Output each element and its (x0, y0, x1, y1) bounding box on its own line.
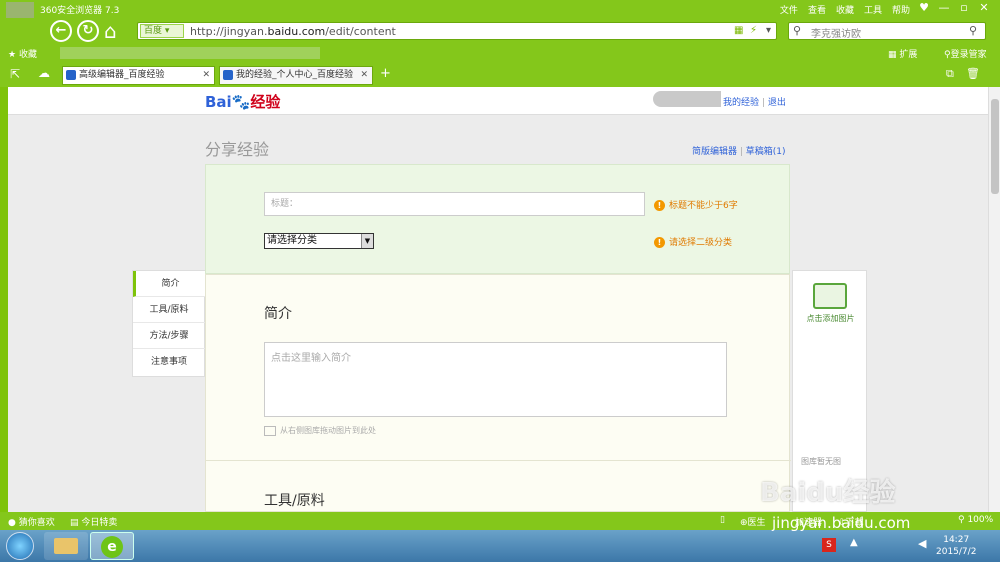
engine-label: 百度 (144, 26, 163, 36)
scrollbar-thumb[interactable] (991, 99, 999, 194)
paw-icon (223, 70, 233, 80)
tray-expand-icon[interactable]: ▲ (850, 537, 858, 548)
cloud-icon[interactable]: ☁ (38, 66, 50, 80)
browser-title: 360安全浏览器 7.3 (40, 6, 120, 16)
skin-icon[interactable]: ♥ (914, 1, 934, 16)
explorer-taskbar-icon[interactable] (44, 532, 88, 560)
share-icon[interactable]: ⇱ (10, 67, 20, 81)
warning-icon: ! (654, 237, 665, 248)
baidu-logo[interactable]: Bai🐾经验 (205, 91, 280, 112)
restore-tab-icon[interactable]: ⧉ (946, 67, 954, 81)
page-title: 分享经验 (205, 140, 270, 159)
search-go-icon[interactable]: ⚲ (969, 24, 977, 37)
baidu-watermark: Baidu经验 (760, 478, 896, 508)
nav-item-steps[interactable]: 方法/步骤 (133, 323, 205, 349)
favorites-items[interactable] (60, 47, 320, 59)
add-image-icon[interactable] (813, 283, 847, 309)
tab-my-experience[interactable]: 我的经验_个人中心_百度经验 ✕ (219, 66, 373, 85)
simple-editor-link[interactable]: 简版编辑器 (692, 147, 737, 157)
site-header: Bai🐾经验 我的经验 | 退出 (8, 87, 988, 115)
new-tab-icon[interactable]: + (380, 66, 391, 81)
daily-sale[interactable]: ▤ 今日特卖 (70, 515, 117, 528)
category-select[interactable]: 请选择分类 ▼ (264, 233, 374, 249)
favorites-bar: ★ 收藏 ▦ 扩展 ⚲登录管家 (0, 44, 1000, 62)
tab-close-icon[interactable]: ✕ (202, 67, 210, 84)
intro-textarea[interactable]: 点击这里输入简介 (264, 342, 727, 417)
refresh-icon[interactable]: ↻ (77, 20, 99, 42)
doctor-button[interactable]: ⊕医生 (740, 515, 766, 528)
image-icon (264, 425, 276, 436)
volume-icon[interactable]: ◀ (918, 537, 926, 550)
speed-icon[interactable]: ⚡ (750, 25, 757, 36)
search-icon: ⚲ (793, 24, 802, 37)
search-query: 李克强访欧 (811, 29, 861, 40)
tab-bar: ⇱ ☁ 高级编辑器_百度经验 ✕ 我的经验_个人中心_百度经验 ✕ + ⧉ 🗑 (0, 62, 1000, 87)
url-text: http://jingyan.baidu.com/edit/content (190, 25, 396, 38)
menu-favorites[interactable]: 收藏 (836, 3, 854, 16)
close-icon[interactable]: ✕ (974, 1, 994, 16)
add-image-label[interactable]: 点击添加图片 (793, 313, 868, 324)
browser-taskbar-icon[interactable]: e (90, 532, 134, 560)
warning-icon: ! (654, 200, 665, 211)
title-warning: ! 标题不能少于6字 (654, 198, 738, 211)
tools-heading: 工具/原料 (264, 493, 325, 509)
baidu-watermark-url: jingyan.baidu.com (772, 514, 911, 532)
editor-links: 简版编辑器 | 草稿箱(1) (692, 147, 786, 157)
favorites-button[interactable]: ★ 收藏 (8, 47, 37, 60)
page-scrollbar[interactable] (988, 87, 1000, 512)
form-header: 标题： ! 标题不能少于6字 请选择分类 ▼ ! 请选择二级分类 (205, 164, 790, 274)
tab-close-icon[interactable]: ✕ (360, 67, 368, 84)
menu-tools[interactable]: 工具 (864, 3, 882, 16)
dropdown-icon[interactable]: ▾ (766, 25, 771, 36)
intro-heading: 简介 (264, 306, 292, 322)
form-body: 简介 点击这里输入简介 从右侧图库拖动图片到此处 工具/原料 (205, 274, 791, 512)
page-content: Bai🐾经验 我的经验 | 退出 分享经验 简版编辑器 | 草稿箱(1) 标题：… (8, 87, 988, 512)
tab-label: 我的经验_个人中心_百度经验 (236, 70, 354, 80)
nav-item-notes[interactable]: 注意事项 (133, 349, 205, 375)
back-icon[interactable]: ← (50, 20, 72, 42)
menu-file[interactable]: 文件 (780, 3, 798, 16)
user-avatar[interactable] (653, 91, 721, 107)
drafts-link[interactable]: 草稿箱(1) (746, 147, 786, 157)
phone-icon[interactable]: ▯ (720, 515, 725, 525)
tab-label: 高级编辑器_百度经验 (79, 70, 165, 80)
taskbar: e S ▲ ◀ 14:27 2015/7/2 (0, 530, 1000, 562)
grid-icon[interactable]: ▦ (734, 25, 743, 36)
tab-advanced-editor[interactable]: 高级编辑器_百度经验 ✕ (62, 66, 215, 85)
category-warning: ! 请选择二级分类 (654, 235, 732, 248)
search-box[interactable]: ⚲ 李克强访欧 ⚲ (788, 22, 986, 40)
search-engine-selector[interactable]: 百度 ▾ (140, 24, 184, 38)
trash-icon[interactable]: 🗑 (966, 67, 980, 80)
login-button[interactable]: ⚲登录管家 (944, 47, 987, 60)
user-links: 我的经验 | 退出 (723, 98, 786, 108)
menu-view[interactable]: 查看 (808, 3, 826, 16)
extensions-button[interactable]: ▦ 扩展 (888, 47, 917, 60)
paw-icon (66, 70, 76, 80)
clock-time: 14:27 (943, 535, 970, 545)
guess-you-like[interactable]: ● 猜你喜欢 (8, 515, 55, 528)
logout-link[interactable]: 退出 (768, 98, 786, 108)
system-clock[interactable]: 14:27 2015/7/2 (936, 534, 976, 558)
title-bar: 360安全浏览器 7.3 文件 查看 收藏 工具 帮助 ♥ — ▫ ✕ (0, 0, 1000, 32)
menu-help[interactable]: 帮助 (892, 3, 910, 16)
home-icon[interactable]: ⌂ (104, 19, 117, 43)
address-bar[interactable]: 百度 ▾ http://jingyan.baidu.com/edit/conte… (137, 22, 777, 40)
start-button[interactable] (6, 532, 34, 560)
nav-item-tools[interactable]: 工具/原料 (133, 297, 205, 323)
sogou-ime-icon[interactable]: S (822, 538, 836, 552)
drag-hint: 从右侧图库拖动图片到此处 (264, 425, 376, 436)
title-input[interactable]: 标题： (264, 192, 645, 216)
zoom-control[interactable]: ⚲ 100% (958, 515, 993, 525)
my-experience-link[interactable]: 我的经验 (723, 98, 759, 108)
maximize-icon[interactable]: ▫ (954, 1, 974, 16)
gallery-empty-text: 图库暂无图 (801, 457, 841, 466)
section-nav: 简介 工具/原料 方法/步骤 注意事项 (132, 270, 205, 377)
menu-bar: 文件 查看 收藏 工具 帮助 (780, 3, 910, 16)
nav-item-intro[interactable]: 简介 (133, 271, 205, 297)
section-divider (206, 460, 791, 461)
clock-date: 2015/7/2 (936, 547, 977, 557)
chevron-down-icon[interactable]: ▼ (361, 234, 373, 248)
minimize-icon[interactable]: — (934, 1, 954, 16)
